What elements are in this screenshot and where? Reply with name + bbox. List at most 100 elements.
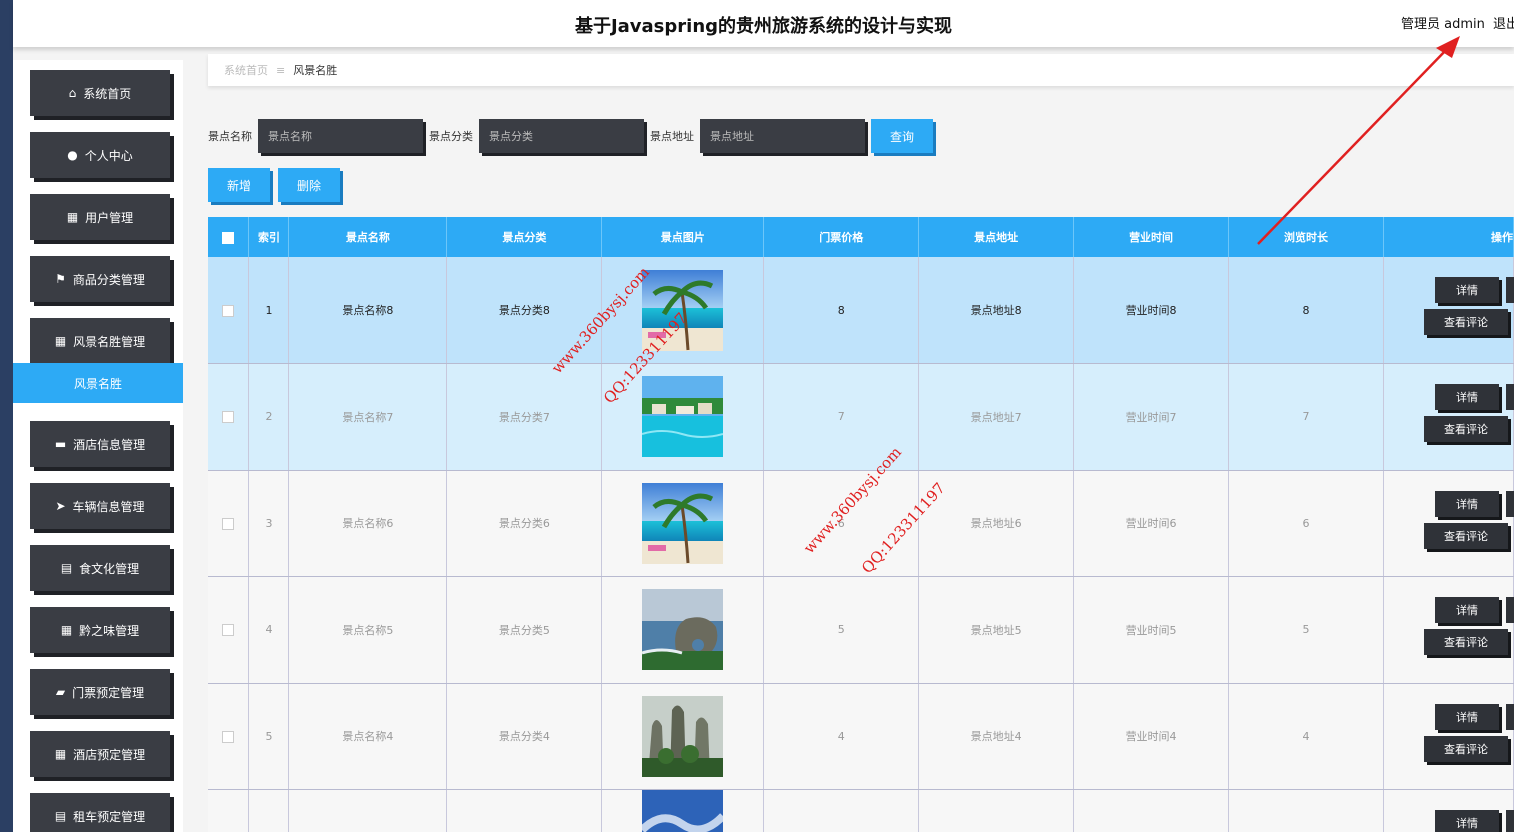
detail-button[interactable]: 详情: [1434, 384, 1499, 410]
edit-button-partial[interactable]: [1505, 810, 1514, 832]
detail-button[interactable]: 详情: [1434, 703, 1499, 730]
row-select-cell: [208, 363, 250, 471]
delete-button[interactable]: 删除: [278, 168, 340, 202]
add-button[interactable]: 新增: [208, 168, 270, 202]
grid-icon: ▦: [66, 210, 79, 224]
detail-button[interactable]: 详情: [1434, 490, 1499, 517]
logout-link[interactable]: 退出: [1493, 13, 1514, 32]
header-duration: 浏览时长: [1228, 217, 1384, 257]
menu-label: 系统首页: [83, 86, 132, 101]
detail-button[interactable]: 详情: [1434, 277, 1499, 303]
menu-label: 个人中心: [84, 148, 133, 163]
header-name: 景点名称: [288, 217, 448, 257]
grid-icon: ▦: [54, 747, 67, 761]
cell-price: 8: [763, 257, 920, 364]
cell-address: 景点地址5: [918, 576, 1075, 684]
apps-icon: ▦: [54, 334, 67, 348]
view-reviews-button[interactable]: 查看评论: [1423, 735, 1508, 762]
cell-index: 3: [248, 470, 290, 577]
menu-food-culture[interactable]: ▤ 食文化管理: [30, 545, 170, 591]
detail-button[interactable]: 详情: [1434, 597, 1499, 623]
edit-button-partial[interactable]: [1505, 490, 1514, 517]
select-all-cell: [208, 217, 250, 257]
edit-button-partial[interactable]: [1505, 597, 1514, 623]
table-row[interactable]: 5 景点名称4 景点分类4 4 景点地址4 营业时间4 4 详情 查看评论: [208, 683, 1514, 790]
menu-system-home[interactable]: ⌂ 系统首页: [30, 70, 170, 116]
cell-actions: 详情 查看评论: [1383, 363, 1514, 471]
row-checkbox[interactable]: [222, 304, 235, 317]
view-reviews-button[interactable]: 查看评论: [1423, 416, 1508, 442]
cell-index: 1: [248, 257, 290, 364]
cell-category: 景点分类5: [446, 576, 603, 684]
scenic-thumbnail: [642, 589, 724, 671]
cell-hours: 营业时间5: [1073, 576, 1230, 684]
header-actions: 操作: [1383, 217, 1514, 257]
cell-actions: 详情: [1383, 789, 1514, 832]
table-row[interactable]: 4 景点名称5 景点分类5 5 景点地址5 营业时间5 5 详情 查看评论: [208, 576, 1514, 684]
table-row[interactable]: 3 景点名称6 景点分类6 6 景点地址6 营业时间6 6 详情 查看评论: [208, 470, 1514, 577]
menu-product-category[interactable]: ⚑ 商品分类管理: [30, 256, 170, 302]
cell-hours: 营业时间6: [1073, 470, 1230, 577]
edit-button-partial[interactable]: [1505, 703, 1514, 730]
row-select-cell: [208, 576, 250, 684]
row-checkbox[interactable]: [222, 517, 235, 530]
view-reviews-button[interactable]: 查看评论: [1423, 309, 1508, 335]
view-reviews-button[interactable]: 查看评论: [1423, 629, 1508, 655]
table-row[interactable]: 1 景点名称8 景点分类8 8 景点地址8 营业时间8 8 详情 查看评论: [208, 257, 1514, 364]
category-search-input[interactable]: [479, 119, 644, 153]
user-icon: ●: [67, 148, 78, 162]
menu-vehicle-info[interactable]: ➤ 车辆信息管理: [30, 483, 170, 529]
cell-image: [601, 789, 765, 832]
menu-label: 车辆信息管理: [72, 499, 145, 514]
detail-button[interactable]: 详情: [1434, 810, 1499, 832]
cell-hours: [1073, 789, 1230, 832]
header-index: 索引: [248, 217, 290, 257]
edit-button-partial[interactable]: [1505, 277, 1514, 303]
cell-price: 6: [763, 470, 920, 577]
edit-button-partial[interactable]: [1505, 384, 1514, 410]
breadcrumb-current: 风景名胜: [293, 64, 338, 77]
view-reviews-button[interactable]: 查看评论: [1423, 522, 1508, 549]
menu-personal-center[interactable]: ● 个人中心: [30, 132, 170, 178]
cell-image: [601, 576, 765, 684]
cell-duration: 4: [1228, 683, 1384, 790]
cell-image: [601, 363, 765, 471]
table-row[interactable]: 详情: [208, 789, 1514, 832]
menu-hotel-booking[interactable]: ▦ 酒店预定管理: [30, 731, 170, 777]
page-title: 基于Javaspring的贵州旅游系统的设计与实现: [574, 16, 953, 37]
scenic-table: 索引 景点名称 景点分类 景点图片 门票价格 景点地址 营业时间 浏览时长 操作…: [208, 217, 1514, 832]
cell-name: 景点名称4: [288, 683, 448, 790]
cell-index: 5: [248, 683, 290, 790]
scenic-thumbnail: [642, 376, 724, 458]
breadcrumb: 系统首页 ≡ 风景名胜: [208, 54, 1514, 86]
category-label: 景点分类: [429, 130, 473, 143]
table-row[interactable]: 2 景点名称7 景点分类7 7 景点地址7 营业时间7 7 详情 查看评论: [208, 363, 1514, 471]
cell-name: [288, 789, 448, 832]
menu-qian-flavor[interactable]: ▦ 黔之味管理: [30, 607, 170, 653]
top-header: 基于Javaspring的贵州旅游系统的设计与实现 管理员 admin 退出: [13, 0, 1514, 47]
menu-label: 食文化管理: [79, 561, 140, 576]
row-checkbox[interactable]: [222, 730, 235, 743]
address-search-input[interactable]: [700, 119, 865, 153]
breadcrumb-home[interactable]: 系统首页: [224, 62, 268, 78]
cell-price: [763, 789, 920, 832]
name-search-input[interactable]: [258, 119, 423, 153]
row-checkbox[interactable]: [222, 411, 235, 424]
address-label: 景点地址: [650, 130, 694, 143]
query-button[interactable]: 查询: [871, 119, 933, 153]
menu-hotel-info[interactable]: ▬ 酒店信息管理: [30, 421, 170, 467]
cell-category: 景点分类8: [446, 257, 603, 364]
submenu-scenic-spots[interactable]: 风景名胜: [13, 363, 183, 403]
row-checkbox[interactable]: [222, 624, 235, 637]
current-user: 管理员 admin: [1401, 17, 1485, 32]
scenic-thumbnail: [642, 482, 724, 564]
menu-scenic-spots[interactable]: ▦ 风景名胜管理: [30, 318, 170, 364]
cell-duration: [1228, 789, 1384, 832]
cell-name: 景点名称8: [288, 257, 448, 364]
menu-ticket-booking[interactable]: ▰ 门票预定管理: [30, 669, 170, 715]
select-all-checkbox[interactable]: [222, 231, 235, 244]
cell-address: 景点地址8: [918, 257, 1075, 364]
menu-car-rental-booking[interactable]: ▤ 租车预定管理: [30, 793, 170, 832]
search-bar: 景点名称 景点分类 景点地址 查询: [208, 118, 933, 154]
menu-user-management[interactable]: ▦ 用户管理: [30, 194, 170, 240]
